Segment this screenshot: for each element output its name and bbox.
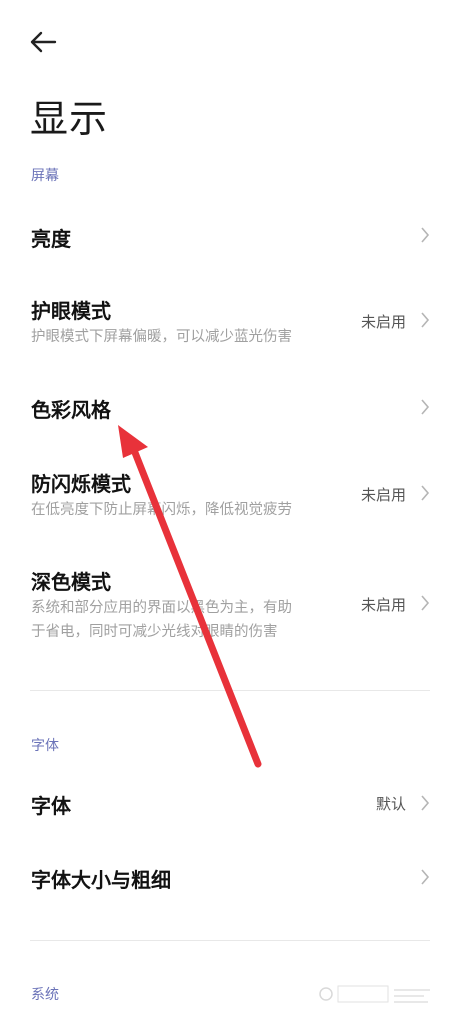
chevron-right-icon: [421, 795, 430, 811]
setting-title: 色彩风格: [31, 398, 111, 422]
arrow-left-icon: [30, 31, 57, 53]
setting-subtitle: 系统和部分应用的界面以黑色为主，有助: [31, 600, 292, 616]
chevron-right-icon: [421, 227, 430, 243]
section-label-font: 字体: [31, 738, 59, 754]
section-label-system: 系统: [31, 987, 59, 1003]
page-title: 显示: [30, 97, 109, 141]
chevron-right-icon: [421, 595, 430, 611]
setting-title: 字体: [31, 794, 71, 818]
section-label-screen: 屏幕: [31, 168, 59, 184]
chevron-right-icon: [421, 485, 430, 501]
chevron-right-icon: [421, 312, 430, 328]
chevron-right-icon: [421, 399, 430, 415]
setting-title: 防闪烁模式: [31, 472, 131, 496]
setting-row-brightness[interactable]: 亮度: [0, 205, 462, 265]
setting-title: 亮度: [31, 227, 71, 251]
setting-title: 字体大小与粗细: [31, 868, 171, 892]
chevron-right-icon: [421, 869, 430, 885]
setting-row-eye-care[interactable]: 护眼模式 护眼模式下屏幕偏暖，可以减少蓝光伤害 未启用: [0, 285, 462, 357]
setting-subtitle: 护眼模式下屏幕偏暖，可以减少蓝光伤害: [31, 329, 292, 345]
setting-status: 未启用: [360, 486, 406, 504]
setting-row-font-size-weight[interactable]: 字体大小与粗细: [0, 846, 462, 906]
setting-row-dark-mode[interactable]: 深色模式 系统和部分应用的界面以黑色为主，有助 于省电，同时可减少光线对眼睛的伤…: [0, 556, 462, 652]
setting-status: 默认: [375, 795, 406, 813]
setting-title: 护眼模式: [31, 299, 111, 323]
setting-row-color-style[interactable]: 色彩风格: [0, 378, 462, 438]
setting-status: 未启用: [360, 596, 406, 614]
setting-subtitle: 在低亮度下防止屏幕闪烁，降低视觉疲劳: [31, 502, 292, 518]
back-button[interactable]: [28, 26, 64, 58]
setting-subtitle: 于省电，同时可减少光线对眼睛的伤害: [31, 624, 278, 640]
setting-title: 深色模式: [31, 570, 111, 594]
section-divider: [30, 940, 430, 941]
setting-row-font[interactable]: 字体 默认: [0, 772, 462, 832]
setting-status: 未启用: [360, 313, 406, 331]
baidu-watermark-logo: [319, 985, 430, 1003]
setting-row-anti-flicker[interactable]: 防闪烁模式 在低亮度下防止屏幕闪烁，降低视觉疲劳 未启用: [0, 458, 462, 530]
section-divider: [30, 690, 430, 691]
